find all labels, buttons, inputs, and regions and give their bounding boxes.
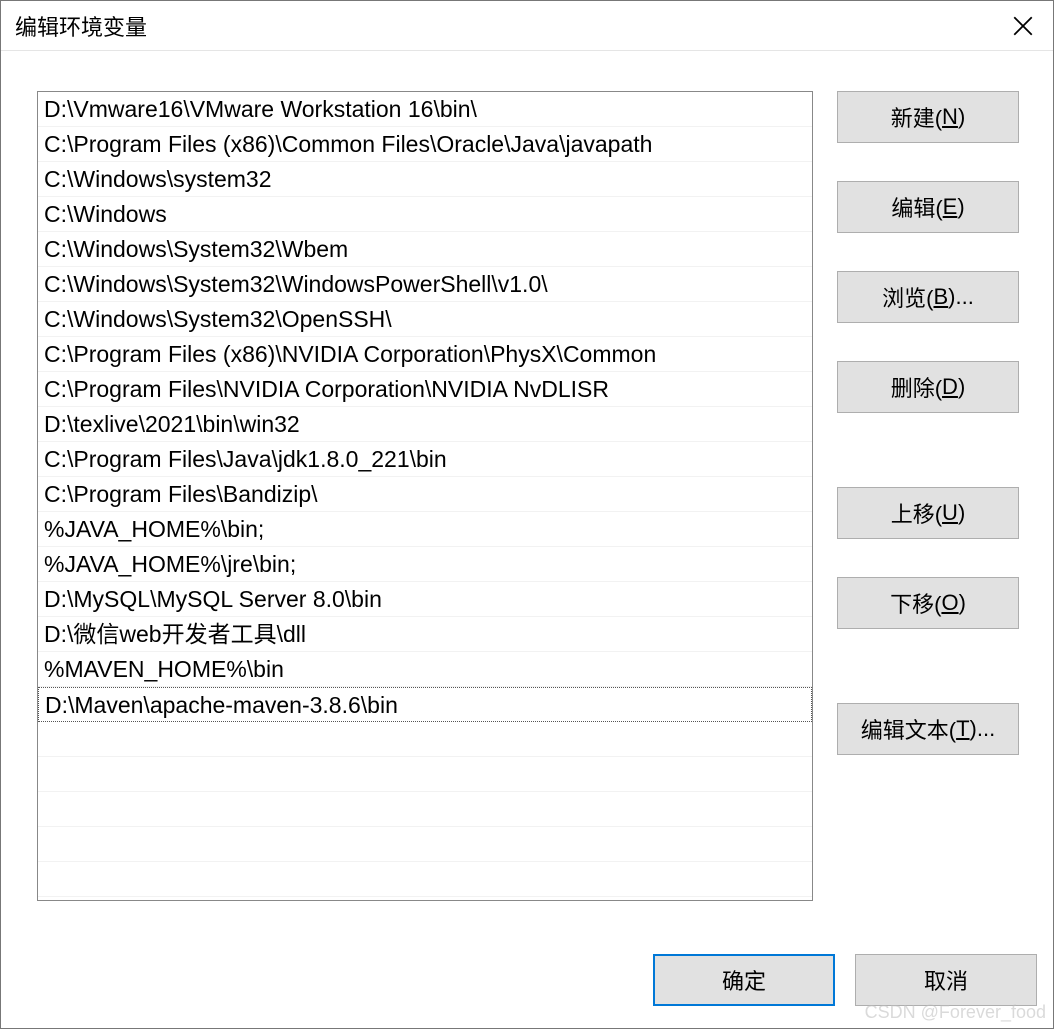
move-down-button[interactable]: 下移(O) xyxy=(837,577,1019,629)
btn-label-suffix: )... xyxy=(970,716,996,742)
delete-button[interactable]: 删除(D) xyxy=(837,361,1019,413)
close-button[interactable] xyxy=(993,1,1053,51)
list-item[interactable]: D:\Vmware16\VMware Workstation 16\bin\ xyxy=(38,92,812,127)
btn-label-prefix: 编辑文本( xyxy=(861,713,956,745)
dialog-window: 编辑环境变量 D:\Vmware16\VMware Workstation 16… xyxy=(0,0,1054,1029)
spacer xyxy=(837,639,1019,693)
btn-accelerator: T xyxy=(956,716,969,742)
list-item[interactable]: C:\Program Files\NVIDIA Corporation\NVID… xyxy=(38,372,812,407)
list-item[interactable]: C:\Program Files\Bandizip\ xyxy=(38,477,812,512)
list-item[interactable]: C:\Windows\system32 xyxy=(38,162,812,197)
spacer xyxy=(837,423,1019,477)
list-item[interactable]: C:\Windows\System32\OpenSSH\ xyxy=(38,302,812,337)
spacer xyxy=(837,153,1019,171)
list-item xyxy=(38,792,812,827)
list-item[interactable]: C:\Windows\System32\WindowsPowerShell\v1… xyxy=(38,267,812,302)
window-title: 编辑环境变量 xyxy=(15,10,147,42)
btn-label-suffix: ) xyxy=(958,374,965,400)
btn-label-suffix: ) xyxy=(958,104,965,130)
list-item xyxy=(38,862,812,897)
spacer xyxy=(837,243,1019,261)
list-item xyxy=(38,722,812,757)
btn-label-prefix: 浏览( xyxy=(882,281,933,313)
content-area: D:\Vmware16\VMware Workstation 16\bin\C:… xyxy=(1,51,1053,914)
titlebar: 编辑环境变量 xyxy=(1,1,1053,51)
list-item[interactable]: C:\Program Files (x86)\Common Files\Orac… xyxy=(38,127,812,162)
btn-label-prefix: 删除( xyxy=(891,371,942,403)
list-item[interactable]: %MAVEN_HOME%\bin xyxy=(38,652,812,687)
btn-label-suffix: ) xyxy=(957,194,964,220)
btn-accelerator: U xyxy=(942,500,958,526)
btn-accelerator: O xyxy=(941,590,958,616)
btn-label-suffix: )... xyxy=(948,284,974,310)
list-item[interactable]: D:\Maven\apache-maven-3.8.6\bin xyxy=(38,687,812,722)
list-item xyxy=(38,827,812,862)
ok-button[interactable]: 确定 xyxy=(653,954,835,1006)
list-item[interactable]: D:\MySQL\MySQL Server 8.0\bin xyxy=(38,582,812,617)
move-up-button[interactable]: 上移(U) xyxy=(837,487,1019,539)
list-item xyxy=(38,757,812,792)
edit-text-button[interactable]: 编辑文本(T)... xyxy=(837,703,1019,755)
btn-label-prefix: 编辑( xyxy=(891,191,942,223)
browse-button[interactable]: 浏览(B)... xyxy=(837,271,1019,323)
spacer xyxy=(837,333,1019,351)
list-item[interactable]: C:\Program Files\Java\jdk1.8.0_221\bin xyxy=(38,442,812,477)
edit-button[interactable]: 编辑(E) xyxy=(837,181,1019,233)
spacer xyxy=(837,549,1019,567)
list-item[interactable]: C:\Windows xyxy=(38,197,812,232)
btn-label-suffix: ) xyxy=(959,590,966,616)
btn-label-prefix: 新建( xyxy=(891,101,942,133)
btn-label-suffix: ) xyxy=(958,500,965,526)
btn-accelerator: B xyxy=(933,284,948,310)
list-item[interactable]: D:\微信web开发者工具\dll xyxy=(38,617,812,652)
path-listbox[interactable]: D:\Vmware16\VMware Workstation 16\bin\C:… xyxy=(37,91,813,901)
list-item[interactable]: D:\texlive\2021\bin\win32 xyxy=(38,407,812,442)
side-button-column: 新建(N) 编辑(E) 浏览(B)... 删除(D) 上移(U) 下移(O) xyxy=(837,91,1019,914)
btn-accelerator: N xyxy=(942,104,958,130)
list-item[interactable]: %JAVA_HOME%\bin; xyxy=(38,512,812,547)
list-item[interactable]: %JAVA_HOME%\jre\bin; xyxy=(38,547,812,582)
new-button[interactable]: 新建(N) xyxy=(837,91,1019,143)
btn-accelerator: E xyxy=(943,194,958,220)
dialog-footer: 确定 取消 xyxy=(1,954,1053,1028)
list-item[interactable]: C:\Windows\System32\Wbem xyxy=(38,232,812,267)
list-item[interactable]: C:\Program Files (x86)\NVIDIA Corporatio… xyxy=(38,337,812,372)
btn-accelerator: D xyxy=(942,374,958,400)
btn-label-prefix: 上移( xyxy=(891,497,942,529)
close-icon xyxy=(1013,16,1033,36)
cancel-button[interactable]: 取消 xyxy=(855,954,1037,1006)
btn-label-prefix: 下移( xyxy=(890,587,941,619)
